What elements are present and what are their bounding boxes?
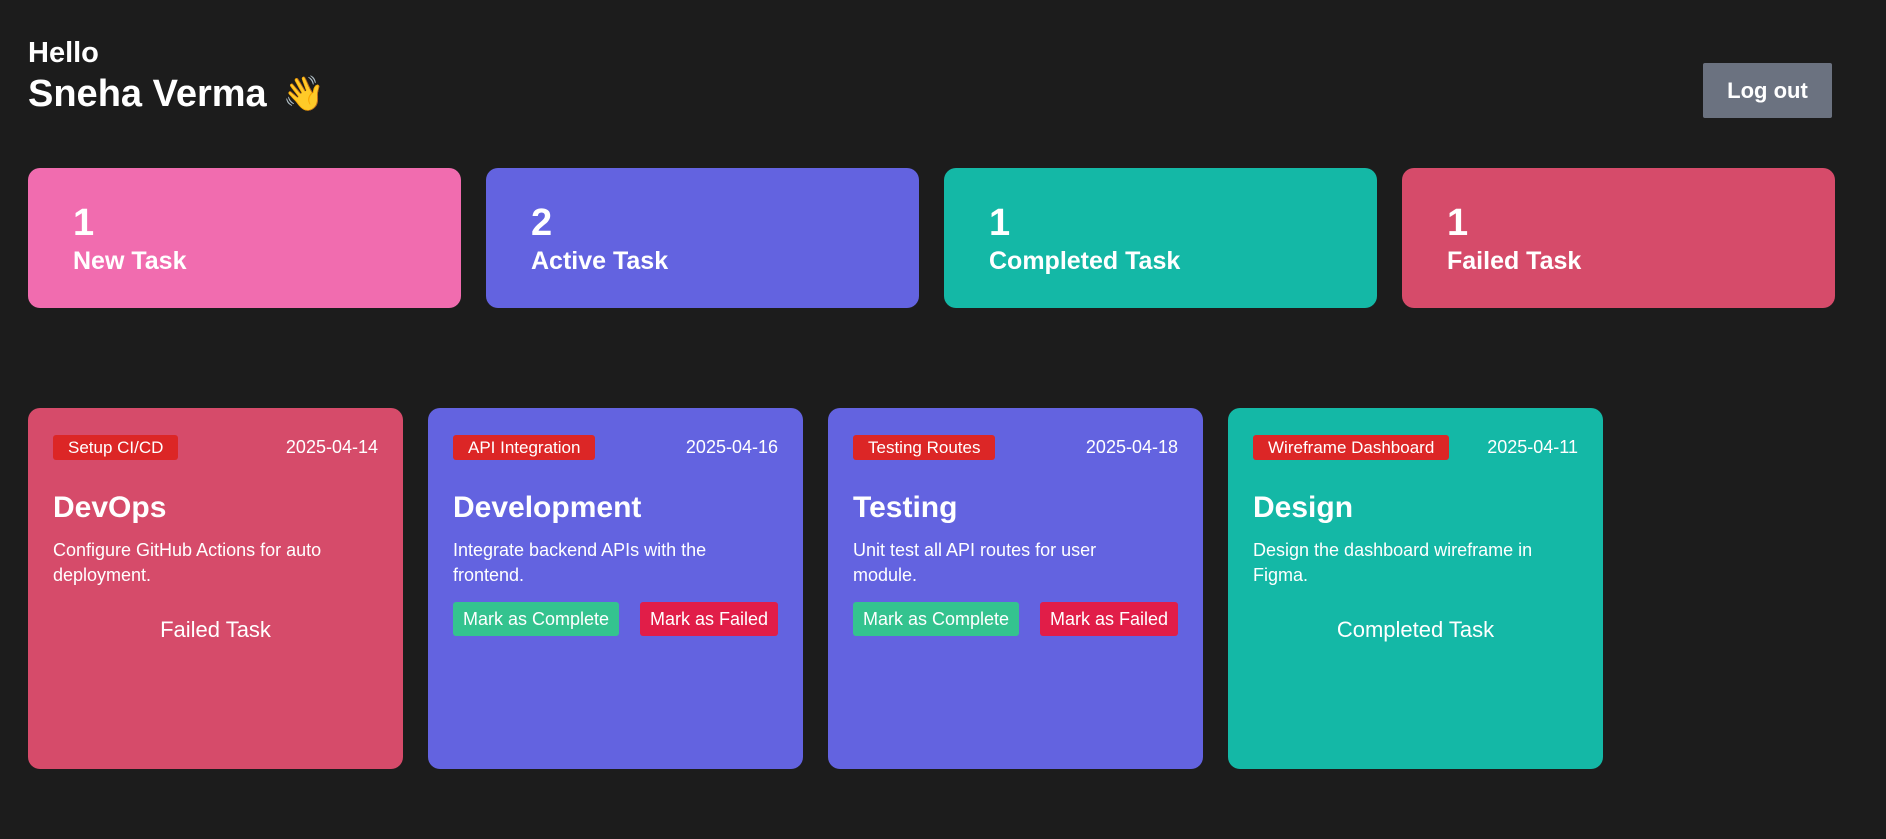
task-date: 2025-04-11 — [1487, 436, 1578, 457]
task-card-header: API Integration 2025-04-16 — [453, 434, 778, 460]
stat-count: 2 — [531, 202, 553, 244]
logout-button[interactable]: Log out — [1703, 63, 1832, 118]
task-category-badge: API Integration — [453, 434, 596, 460]
task-date: 2025-04-18 — [1085, 436, 1178, 457]
task-date: 2025-04-14 — [285, 436, 378, 457]
task-card-header: Testing Routes 2025-04-18 — [853, 434, 1178, 460]
user-name-row: Sneha Verma 👋 — [28, 72, 1832, 116]
task-description: Design the dashboard wireframe in Figma. — [1253, 540, 1533, 585]
task-actions: Mark as Complete Mark as Failed — [853, 602, 1178, 636]
task-list: Setup CI/CD 2025-04-14 DevOps Configure … — [28, 408, 1603, 769]
user-name: Sneha Verma — [28, 73, 267, 115]
stat-card-new: 1 New Task — [28, 168, 461, 308]
task-card-development: API Integration 2025-04-16 Development I… — [428, 408, 803, 769]
task-title: DevOps — [53, 491, 167, 524]
stat-label: New Task — [73, 247, 187, 275]
task-card-devops: Setup CI/CD 2025-04-14 DevOps Configure … — [28, 408, 403, 769]
mark-failed-button[interactable]: Mark as Failed — [639, 602, 778, 636]
task-category-badge: Testing Routes — [853, 434, 996, 460]
task-category-badge: Setup CI/CD — [53, 434, 179, 460]
waving-hand-icon: 👋 — [282, 75, 326, 113]
stat-count: 1 — [73, 202, 95, 244]
stat-card-active: 2 Active Task — [486, 168, 919, 308]
task-card-design: Wireframe Dashboard 2025-04-11 Design De… — [1228, 408, 1603, 769]
stat-card-completed: 1 Completed Task — [944, 168, 1377, 308]
task-card-header: Wireframe Dashboard 2025-04-11 — [1253, 434, 1578, 460]
task-date: 2025-04-16 — [685, 436, 778, 457]
task-card-header: Setup CI/CD 2025-04-14 — [53, 434, 378, 460]
task-title: Design — [1253, 491, 1354, 524]
task-stats: 1 New Task 2 Active Task 1 Completed Tas… — [28, 168, 1835, 308]
mark-complete-button[interactable]: Mark as Complete — [453, 602, 620, 636]
task-description: Unit test all API routes for user module… — [853, 540, 1097, 585]
stat-label: Active Task — [531, 247, 669, 275]
stat-card-failed: 1 Failed Task — [1402, 168, 1835, 308]
task-status: Completed Task — [1336, 617, 1495, 642]
page-header: Hello Sneha Verma 👋 Log out — [28, 36, 1832, 126]
task-actions: Mark as Complete Mark as Failed — [453, 602, 778, 636]
task-title: Development — [453, 491, 642, 524]
task-category-badge: Wireframe Dashboard — [1253, 434, 1450, 460]
stat-count: 1 — [1447, 202, 1469, 244]
task-card-testing: Testing Routes 2025-04-18 Testing Unit t… — [828, 408, 1203, 769]
stat-label: Failed Task — [1447, 247, 1582, 275]
task-description: Configure GitHub Actions for auto deploy… — [53, 540, 322, 585]
stat-label: Completed Task — [989, 247, 1181, 275]
task-status: Failed Task — [160, 617, 271, 642]
mark-complete-button[interactable]: Mark as Complete — [853, 602, 1020, 636]
stat-count: 1 — [989, 202, 1011, 244]
task-title: Testing — [853, 491, 958, 524]
greeting: Hello — [28, 37, 99, 69]
mark-failed-button[interactable]: Mark as Failed — [1039, 602, 1178, 636]
task-description: Integrate backend APIs with the frontend… — [453, 540, 707, 585]
